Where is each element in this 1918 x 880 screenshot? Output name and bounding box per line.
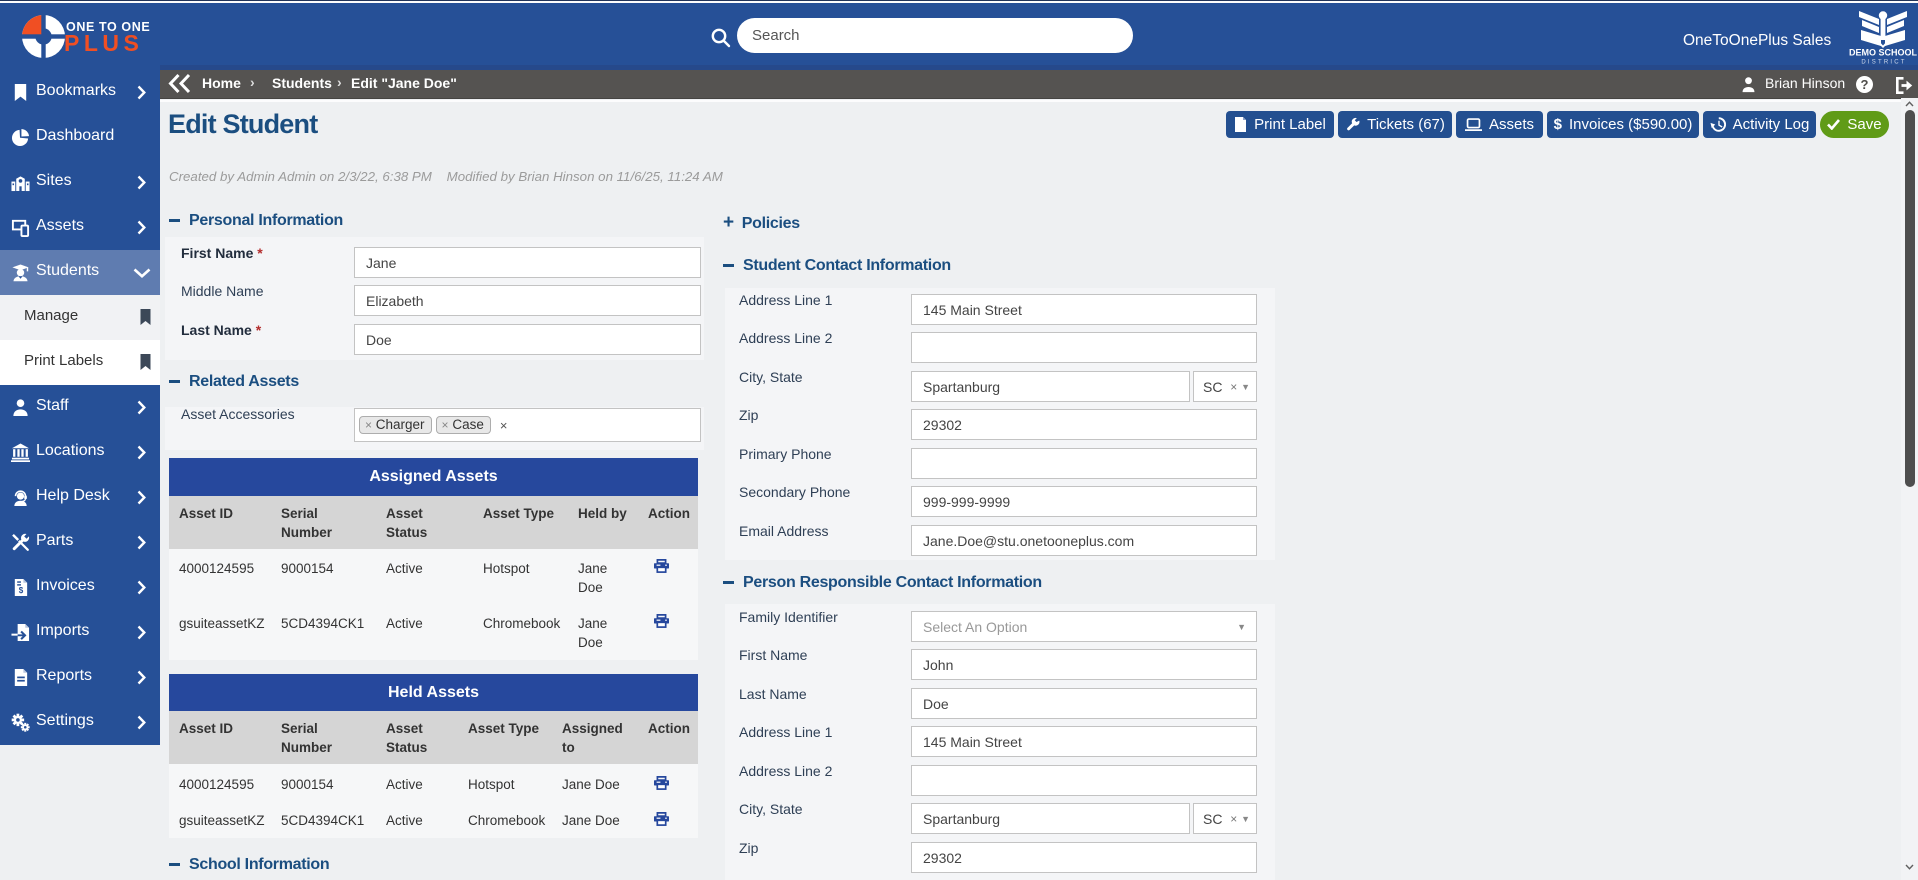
svg-text:DEMO SCHOOL: DEMO SCHOOL: [1849, 48, 1918, 58]
svg-text:DISTRICT: DISTRICT: [1861, 60, 1906, 65]
svg-text:$: $: [19, 586, 24, 595]
